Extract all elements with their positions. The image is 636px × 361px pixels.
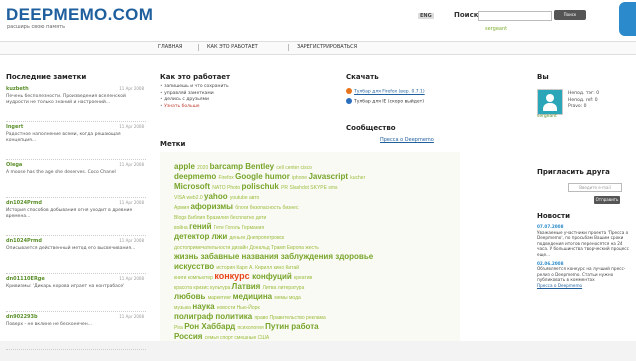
- ie-icon: [346, 98, 352, 104]
- note-text: Радостное наполнение всеми, когда решающ…: [6, 132, 121, 143]
- tags-title: Метки: [160, 140, 186, 148]
- site-logo[interactable]: DEEPMEMO.COM: [6, 5, 153, 25]
- nav-divider: [198, 44, 199, 51]
- news-title: Новости: [537, 212, 571, 220]
- tag-link[interactable]: здоровье: [335, 252, 373, 261]
- note-text: Кривизмы: 'Дикарь корова играет на контр…: [6, 284, 125, 289]
- note-text: A moose has the age she deserves. Coco C…: [6, 170, 116, 175]
- tag-link[interactable]: sms: [328, 185, 337, 191]
- note-date: 11 Apr 2008: [119, 200, 144, 205]
- note-text: История способов добывания огня уходит в…: [6, 208, 133, 219]
- lang-current[interactable]: ENG: [418, 13, 434, 19]
- tag-link[interactable]: мемы: [274, 295, 289, 301]
- note-date: 11 Apr 2008: [119, 276, 144, 281]
- tag-link[interactable]: мода: [289, 295, 301, 301]
- nav-item-home[interactable]: ГЛАВНАЯ: [158, 44, 182, 50]
- stat-item: Непод. тэг: 0: [568, 91, 600, 96]
- search-input[interactable]: [478, 11, 552, 21]
- note-item[interactable]: dn01110ERge 11 Apr 2008 Кривизмы: 'Дикар…: [6, 274, 146, 312]
- stat-item: Pravo: 0: [568, 104, 587, 109]
- download-title: Скачать: [346, 73, 379, 81]
- tag-link[interactable]: семья: [205, 335, 220, 341]
- nav-item-register[interactable]: ЗАРЕГИСТРИРОВАТЬСЯ: [297, 44, 357, 50]
- recent-notes-list: kuzbeth 11 Apr 2008 Печень бесполезности…: [6, 84, 146, 361]
- invite-title: Пригласить друга: [537, 168, 610, 176]
- profile-title: Вы: [537, 73, 549, 81]
- invite-email-field[interactable]: Введите e-mail: [568, 183, 622, 192]
- tag-link[interactable]: работа: [291, 322, 318, 331]
- news-text: Уважаемые участники проекта 'Пресса о De…: [537, 229, 629, 257]
- site-header: DEEPMEMO.COM расширь свою память ENG Пои…: [0, 0, 636, 38]
- tag-link[interactable]: SKYPE: [310, 185, 328, 191]
- note-date: 11 Apr 2008: [119, 162, 144, 167]
- note-date: 11 Apr 2008: [119, 314, 144, 319]
- tag-link[interactable]: бизнес: [282, 205, 298, 211]
- note-date: 11 Apr 2008: [119, 124, 144, 129]
- how-it-works-list: запишешь и что сохранить управляй заметк…: [160, 84, 229, 110]
- how-it-works-title: Как это работает: [160, 73, 231, 81]
- tag-link[interactable]: смешные: [234, 335, 257, 341]
- site-tagline: расширь свою память: [7, 24, 66, 30]
- how-item: запишешь и что сохранить: [160, 84, 229, 91]
- note-item[interactable]: kuzbeth 11 Apr 2008 Печень бесполезности…: [6, 84, 146, 122]
- page: DEEPMEMO.COM расширь свою память ENG Пои…: [0, 0, 636, 350]
- news-list: 07.07.2008 Уважаемые участники проекта '…: [537, 224, 633, 289]
- corner-badge[interactable]: [619, 2, 636, 36]
- note-date: 11 Apr 2008: [119, 238, 144, 243]
- learn-more-link[interactable]: Узнать больше: [160, 104, 229, 111]
- language-switch[interactable]: ENG: [418, 13, 434, 19]
- nav-divider: [288, 44, 289, 51]
- tag-link[interactable]: Россия: [174, 332, 205, 341]
- invite-send-button[interactable]: Отправить: [594, 196, 620, 204]
- profile-name[interactable]: sergeant: [537, 114, 557, 119]
- tag-link[interactable]: kucher: [350, 175, 365, 181]
- press-link[interactable]: Пресса о Deepmemo: [380, 137, 434, 143]
- avatar[interactable]: [537, 89, 563, 115]
- firefox-toolbar-link[interactable]: Тулбар для Firefox (вер. 0.7.1): [346, 88, 425, 95]
- news-item: 07.07.2008 Уважаемые участники проекта '…: [537, 224, 633, 258]
- tag-link[interactable]: Slashdot: [289, 185, 310, 191]
- avatar-body: [543, 103, 557, 111]
- note-date: 11 Apr 2008: [119, 86, 144, 91]
- search-label: Поиск: [454, 11, 479, 19]
- user-name[interactable]: sergeant: [485, 26, 507, 32]
- profile-stats: Непод. тэг: 0 Непод. ref: 0 Pravo: 0: [568, 91, 599, 111]
- note-text: Описывается действенный метод его высвеч…: [6, 246, 136, 251]
- firefox-icon: [346, 88, 352, 94]
- note-text: Поверх - не вклине не бесконечен...: [6, 322, 93, 327]
- tag-link[interactable]: США: [258, 335, 270, 341]
- news-link[interactable]: Пресса о Deepmemo: [537, 283, 582, 288]
- news-text: Объявляется конкурс на лучший пресс-рели…: [537, 266, 626, 283]
- nav-item-how[interactable]: КАК ЭТО РАБОТАЕТ: [207, 44, 258, 50]
- recent-notes-title: Последние заметки: [6, 73, 87, 81]
- download-item-label: Тулбар для IE (скоро выйдет): [354, 99, 424, 105]
- note-item[interactable]: dn1024Prmd 11 Apr 2008 Описывается дейст…: [6, 236, 146, 274]
- community-title: Сообщество: [346, 124, 396, 132]
- note-item[interactable]: dn902293b 11 Apr 2008 Поверх - не вклине…: [6, 312, 146, 350]
- ie-toolbar-item: Тулбар для IE (скоро выйдет): [346, 98, 424, 105]
- note-item[interactable]: Ingert 11 Apr 2008 Радостное наполнение …: [6, 122, 146, 160]
- tag-link[interactable]: спорт: [220, 335, 234, 341]
- note-text: Печень бесполезности. Произведения вселе…: [6, 94, 126, 105]
- download-item-label[interactable]: Тулбар для Firefox (вер. 0.7.1): [354, 90, 425, 95]
- note-item[interactable]: Olega 11 Apr 2008 A moose has the age sh…: [6, 160, 146, 198]
- tag-row: Россия семья спорт смешные США: [174, 326, 269, 341]
- tag-cloud: apple 2020 barcamp Bentley cell center c…: [160, 152, 460, 341]
- note-item[interactable]: dn1024Prmd 11 Apr 2008 История способов …: [6, 198, 146, 236]
- search-button[interactable]: Поиск: [554, 10, 586, 20]
- main-nav: ГЛАВНАЯ КАК ЭТО РАБОТАЕТ ЗАРЕГИСТРИРОВАТ…: [0, 41, 636, 55]
- news-item: 02.06.2008 Объявляется конкурс на лучший…: [537, 261, 633, 289]
- avatar-head: [546, 94, 554, 102]
